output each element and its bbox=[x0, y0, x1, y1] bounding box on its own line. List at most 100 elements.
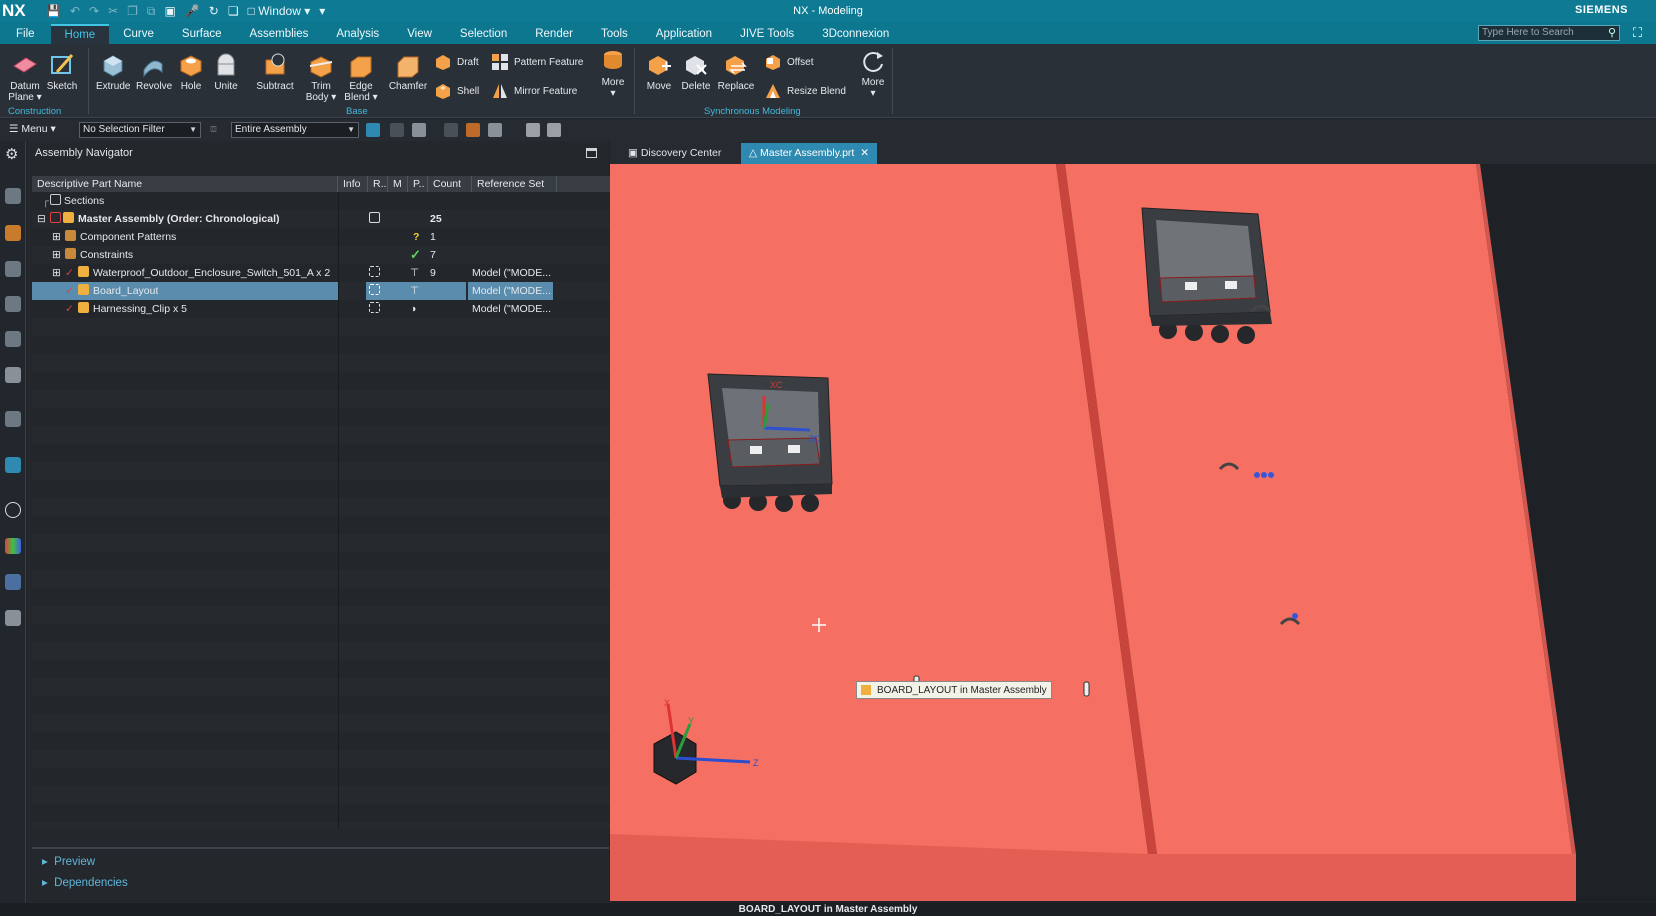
tab-curve[interactable]: Curve bbox=[109, 24, 168, 44]
replace-face-button[interactable]: Replace bbox=[716, 52, 756, 92]
tools-icon[interactable] bbox=[5, 610, 21, 626]
hd3d-tools-icon[interactable] bbox=[5, 331, 21, 347]
close-icon[interactable]: ✕ bbox=[860, 147, 869, 159]
chamfer-button[interactable]: Chamfer bbox=[388, 52, 428, 92]
shell-button[interactable]: Shell bbox=[434, 82, 479, 100]
preview-section[interactable]: ▸ Preview bbox=[32, 852, 609, 872]
tree-row-constraints[interactable]: ⊞ Constraints ✓ 7 bbox=[32, 246, 613, 264]
column-modified[interactable]: M bbox=[388, 176, 408, 192]
enclosure-right[interactable] bbox=[1141, 207, 1272, 344]
tab-3dconnexion[interactable]: 3Dconnexion bbox=[808, 24, 903, 44]
tab-selection[interactable]: Selection bbox=[446, 24, 521, 44]
sync-more-button[interactable]: More ▾ bbox=[858, 48, 888, 99]
trim-body-button[interactable]: Trim Body ▾ bbox=[304, 52, 338, 103]
datum-plane-button[interactable]: Datum Plane ▾ bbox=[8, 52, 42, 103]
tab-surface[interactable]: Surface bbox=[168, 24, 236, 44]
tab-file[interactable]: File bbox=[0, 24, 51, 44]
expand-icon[interactable]: ⊞ bbox=[52, 264, 61, 282]
repeat-command-icon[interactable]: ↻ bbox=[209, 4, 219, 18]
constraint-navigator-icon[interactable] bbox=[5, 261, 21, 277]
history-icon[interactable] bbox=[5, 411, 21, 427]
window-menu[interactable]: □ Window ▾ bbox=[248, 4, 311, 18]
assembly-navigator-icon[interactable] bbox=[5, 225, 21, 241]
role-icon[interactable] bbox=[5, 574, 21, 590]
save-icon[interactable]: 💾 bbox=[46, 4, 61, 18]
extrude-button[interactable]: Extrude bbox=[96, 52, 130, 92]
tree-row-sections[interactable]: ┌ Sections bbox=[32, 192, 613, 210]
body-icon[interactable] bbox=[526, 123, 540, 137]
undo-icon[interactable]: ↶ bbox=[70, 4, 80, 18]
reuse-library-icon[interactable] bbox=[5, 296, 21, 312]
settings-icon[interactable]: ⚙ bbox=[5, 147, 21, 164]
draft-button[interactable]: Draft bbox=[434, 53, 479, 71]
tab-analysis[interactable]: Analysis bbox=[322, 24, 393, 44]
edge-blend-button[interactable]: Edge Blend ▾ bbox=[344, 52, 378, 103]
select-components-icon[interactable] bbox=[366, 123, 380, 137]
add-component-icon[interactable] bbox=[488, 123, 502, 137]
microphone-icon[interactable]: 🎤 bbox=[185, 4, 200, 18]
palette-icon[interactable] bbox=[5, 538, 21, 554]
switch-window-icon[interactable]: ❏ bbox=[228, 4, 239, 18]
clock-icon[interactable] bbox=[5, 502, 21, 518]
revolve-button[interactable]: Revolve bbox=[136, 52, 172, 92]
resize-blend-button[interactable]: Resize Blend bbox=[764, 82, 846, 100]
expand-icon[interactable]: ⊞ bbox=[52, 228, 61, 246]
touch-mode-icon[interactable]: ▣ bbox=[164, 4, 175, 18]
selection-scope-dropdown[interactable]: Entire Assembly ▼ bbox=[231, 122, 359, 138]
tab-render[interactable]: Render bbox=[521, 24, 587, 44]
check-icon[interactable]: ✓ bbox=[65, 300, 74, 318]
dependencies-section[interactable]: ▸ Dependencies bbox=[32, 873, 609, 893]
checkbox-icon[interactable] bbox=[50, 210, 61, 228]
menu-button[interactable]: ☰ Menu ▾ bbox=[9, 123, 56, 135]
copy-icon[interactable]: ❐ bbox=[127, 4, 138, 18]
filter-reset-icon[interactable]: ⧈ bbox=[210, 123, 217, 136]
pattern-feature-button[interactable]: Pattern Feature bbox=[491, 53, 583, 71]
column-descriptive-part-name[interactable]: Descriptive Part Name ▲ bbox=[32, 176, 338, 206]
system-materials-icon[interactable] bbox=[5, 457, 21, 473]
tree-row-component-patterns[interactable]: ⊞ Component Patterns ? 1 bbox=[32, 228, 613, 246]
web-browser-icon[interactable] bbox=[5, 367, 21, 383]
expand-icon[interactable]: ⊞ bbox=[52, 246, 61, 264]
tab-discovery-center[interactable]: ▣ Discovery Center bbox=[620, 143, 729, 164]
graphics-viewport[interactable]: XC ZC Z X Y BOARD_LAYOUT in Master Assem… bbox=[610, 164, 1656, 901]
part-navigator-icon[interactable] bbox=[5, 188, 21, 204]
tree-row-harnessing-clip[interactable]: ✓ Harnessing_Clip x 5 ◑ Model ("MODE... bbox=[32, 300, 613, 318]
base-more-button[interactable]: More ▾ bbox=[598, 48, 628, 99]
selection-filter-dropdown[interactable]: No Selection Filter ▼ bbox=[79, 122, 201, 138]
tab-assemblies[interactable]: Assemblies bbox=[236, 24, 323, 44]
tree-row-master-assembly[interactable]: ⊟ Master Assembly (Order: Chronological)… bbox=[32, 210, 613, 228]
tree-row-board-layout[interactable]: ✓ Board_Layout ⊤ Model ("MODE... bbox=[32, 282, 613, 300]
customize-qa-icon[interactable]: ▾ bbox=[319, 4, 325, 18]
type-filter-icon[interactable] bbox=[412, 123, 426, 137]
tab-master-assembly[interactable]: △ Master Assembly.prt ✕ bbox=[741, 143, 877, 164]
redo-icon[interactable]: ↷ bbox=[89, 4, 99, 18]
subtract-button[interactable]: Subtract bbox=[256, 52, 294, 92]
unite-button[interactable]: Unite bbox=[212, 52, 240, 92]
column-count[interactable]: Count bbox=[428, 176, 472, 192]
search-icon[interactable]: ⚲ bbox=[1608, 26, 1616, 40]
tab-home[interactable]: Home bbox=[50, 24, 110, 44]
show-hide-icon[interactable] bbox=[466, 123, 480, 137]
column-reference-set[interactable]: Reference Set bbox=[472, 176, 557, 192]
tab-application[interactable]: Application bbox=[642, 24, 726, 44]
maximize-icon[interactable] bbox=[586, 148, 597, 158]
column-read-only[interactable]: R.. bbox=[368, 176, 388, 192]
fullscreen-icon[interactable]: ⛶ bbox=[1633, 25, 1642, 41]
tab-tools[interactable]: Tools bbox=[587, 24, 642, 44]
board-left[interactable] bbox=[610, 164, 1148, 901]
paste-icon[interactable]: ⧉ bbox=[147, 4, 156, 19]
check-icon[interactable]: ✓ bbox=[65, 264, 74, 282]
delete-face-button[interactable]: Delete bbox=[680, 52, 712, 92]
cut-icon[interactable]: ✂ bbox=[108, 4, 118, 18]
move-face-button[interactable]: Move bbox=[644, 52, 674, 92]
tree-row-waterproof-enclosure[interactable]: ⊞ ✓ Waterproof_Outdoor_Enclosure_Switch_… bbox=[32, 264, 613, 282]
hole-button[interactable]: Hole bbox=[178, 52, 204, 92]
column-info[interactable]: Info bbox=[338, 176, 368, 192]
sketch-button[interactable]: Sketch bbox=[46, 52, 78, 92]
column-position[interactable]: P.. bbox=[408, 176, 428, 192]
offset-region-button[interactable]: Offset bbox=[764, 53, 814, 71]
face-icon[interactable] bbox=[547, 123, 561, 137]
mirror-feature-button[interactable]: Mirror Feature bbox=[491, 82, 577, 100]
snap-point-icon[interactable] bbox=[444, 123, 458, 137]
tab-jive-tools[interactable]: JIVE Tools bbox=[726, 24, 808, 44]
